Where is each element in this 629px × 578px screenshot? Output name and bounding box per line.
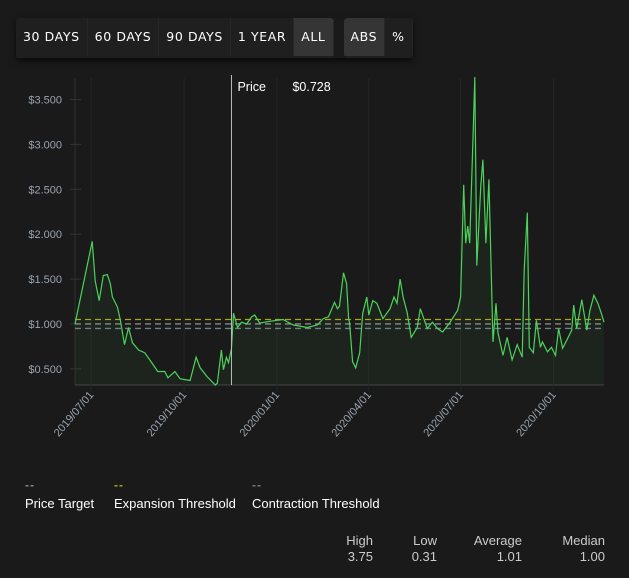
stat-median: Median 1.00 [562,533,605,564]
legend-label: Price Target [25,496,95,511]
y-tick-label: $1.500 [28,274,62,286]
legend-contraction-threshold[interactable]: -- Contraction Threshold [252,478,380,511]
legend-expansion-threshold[interactable]: -- Expansion Threshold [114,478,236,511]
stat-low: Low 0.31 [412,533,437,564]
y-tick-label: $0.500 [28,364,62,376]
stat-high: High 3.75 [346,533,373,564]
stat-value: 0.31 [411,549,437,564]
x-tick-label: 2020/07/01 [421,389,466,439]
tooltip-label: Price [237,80,266,94]
x-tick-label: 2020/04/01 [329,389,374,439]
y-axis: $0.500 $1.000 $1.500 $2.000 $2.500 $3.000 $3.5… [28,95,81,376]
x-tick-label: 2019/07/01 [52,389,97,439]
y-tick-label: $3.500 [28,95,62,107]
stat-label: High [346,533,373,548]
x-tick-label: 2019/10/01 [145,389,190,439]
x-axis: 2019/07/01 2019/10/01 2020/01/01 2020/04/01… [52,389,559,439]
legend-label: Contraction Threshold [252,496,380,511]
y-tick-label: $3.000 [28,139,62,151]
stat-value: 1.00 [579,549,605,564]
x-tick-label: 2020/10/01 [514,389,559,439]
stat-label: Low [413,533,437,548]
stat-label: Average [473,533,522,548]
y-tick-label: $2.500 [28,184,62,196]
stat-average: Average 1.01 [474,533,522,564]
contraction-threshold-swatch: -- [252,478,262,492]
price-chart[interactable]: $0.500 $1.000 $1.500 $2.000 $2.500 $3.000 $3.5… [0,0,629,470]
stat-value: 1.01 [496,549,522,564]
tooltip-value: $0.728 [292,80,330,94]
price-area [75,77,604,385]
stat-value: 3.75 [347,549,373,564]
stat-label: Median [562,533,605,548]
legend-price-target[interactable]: -- Price Target [25,478,94,511]
legend-label: Expansion Threshold [114,496,236,511]
price-target-swatch: -- [25,478,35,492]
y-tick-label: $1.000 [28,319,62,331]
y-tick-label: $2.000 [28,229,62,241]
expansion-threshold-swatch: -- [114,478,124,492]
x-tick-label: 2020/01/01 [238,389,283,439]
